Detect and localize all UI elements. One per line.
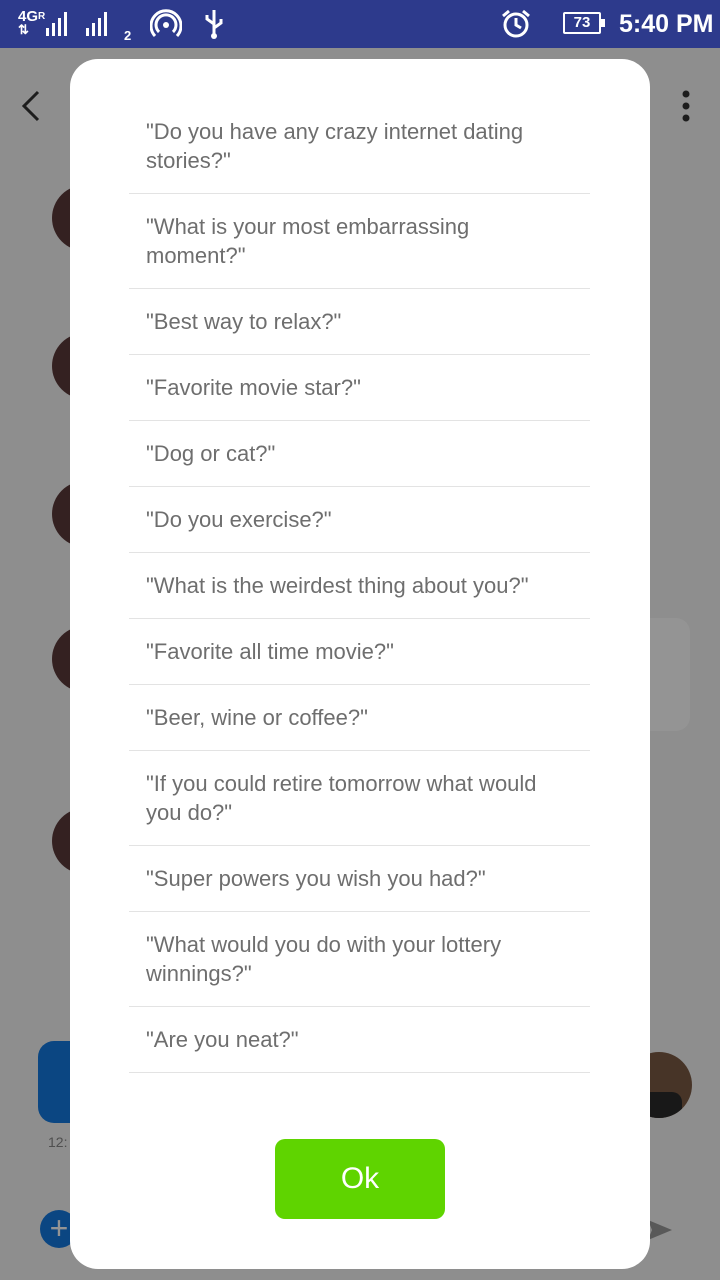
question-item[interactable]: "What is the weirdest thing about you?" — [129, 553, 590, 619]
data-arrows-icon: ⇅ — [18, 22, 29, 37]
battery-indicator: 73 — [563, 12, 605, 34]
signal-sim2-icon — [86, 12, 107, 36]
clock: 5:40 PM — [619, 10, 714, 38]
hotspot-icon — [150, 9, 182, 38]
status-bar: 4GR ⇅ 2 73 5:40 PM — [0, 0, 720, 48]
question-list[interactable]: "Do you have any crazy internet dating s… — [129, 99, 590, 1097]
icebreaker-questions-dialog: "Do you have any crazy internet dating s… — [70, 59, 650, 1269]
question-item[interactable]: "If you could retire tomorrow what would… — [129, 751, 590, 846]
sim2-label: 2 — [124, 28, 132, 43]
ok-button[interactable]: Ok — [275, 1139, 445, 1219]
alarm-icon — [502, 9, 530, 38]
question-item[interactable]: "Are you neat?" — [129, 1007, 590, 1073]
roaming-indicator: R — [38, 11, 46, 22]
question-item[interactable]: "What is one food you will never give up… — [129, 1073, 590, 1097]
usb-icon — [205, 10, 223, 39]
signal-sim1-icon — [46, 12, 67, 36]
question-item[interactable]: "What is your most embarrassing moment?" — [129, 194, 590, 289]
question-item[interactable]: "Best way to relax?" — [129, 289, 590, 355]
question-item[interactable]: "What would you do with your lottery win… — [129, 912, 590, 1007]
question-item[interactable]: "Dog or cat?" — [129, 421, 590, 487]
question-item[interactable]: "Do you exercise?" — [129, 487, 590, 553]
network-indicator: 4GR ⇅ — [18, 9, 46, 37]
question-item[interactable]: "Super powers you wish you had?" — [129, 846, 590, 912]
question-item[interactable]: "Do you have any crazy internet dating s… — [129, 99, 590, 194]
question-item[interactable]: "Favorite all time movie?" — [129, 619, 590, 685]
question-item[interactable]: "Favorite movie star?" — [129, 355, 590, 421]
question-item[interactable]: "Beer, wine or coffee?" — [129, 685, 590, 751]
